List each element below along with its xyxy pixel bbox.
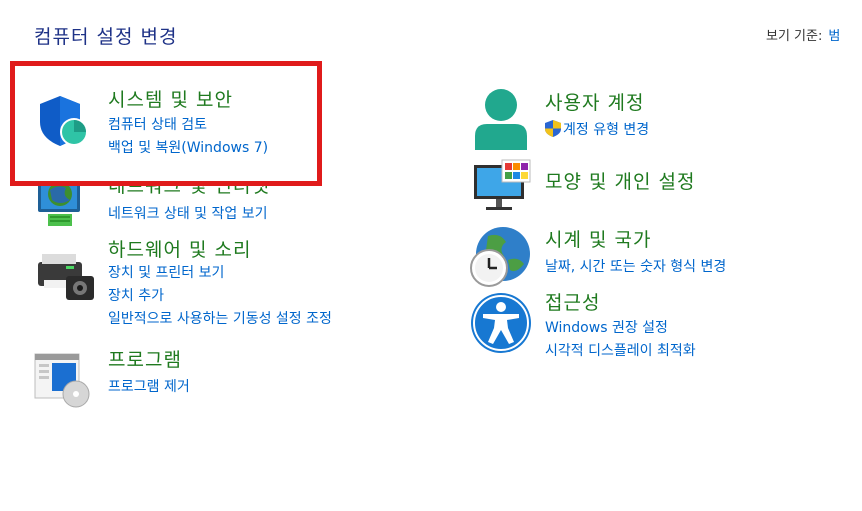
accessibility-icon <box>470 292 532 358</box>
globe-clock-icon <box>470 226 532 292</box>
category-system-security-title[interactable]: 시스템 및 보안 <box>108 89 268 111</box>
link-change-account-type-label: 계정 유형 변경 <box>563 122 650 138</box>
link-windows-recommended-settings[interactable]: Windows 권장 설정 <box>545 318 696 338</box>
printer-icon <box>36 250 96 306</box>
category-appearance: 모양 및 개인 설정 <box>545 171 695 193</box>
category-appearance-title[interactable]: 모양 및 개인 설정 <box>545 171 695 193</box>
link-change-date-format[interactable]: 날짜, 시간 또는 숫자 형식 변경 <box>545 257 726 277</box>
link-optimize-visual-display[interactable]: 시각적 디스플레이 최적화 <box>545 341 696 361</box>
category-user-accounts-title[interactable]: 사용자 계정 <box>545 92 649 114</box>
category-hardware-sound-title[interactable]: 하드웨어 및 소리 <box>108 239 332 261</box>
link-view-devices-printers[interactable]: 장치 및 프린터 보기 <box>108 263 332 283</box>
category-clock-region-title[interactable]: 시계 및 국가 <box>545 229 726 251</box>
category-system-security: 시스템 및 보안 컴퓨터 상태 검토 백업 및 복원(Windows 7) <box>108 89 268 158</box>
category-programs: 프로그램 프로그램 제거 <box>108 349 190 397</box>
category-ease-of-access: 접근성 Windows 권장 설정 시각적 디스플레이 최적화 <box>545 292 696 361</box>
link-add-device[interactable]: 장치 추가 <box>108 286 332 306</box>
category-ease-of-access-title[interactable]: 접근성 <box>545 292 696 314</box>
category-clock-region: 시계 및 국가 날짜, 시간 또는 숫자 형식 변경 <box>545 229 726 277</box>
programs-icon <box>34 352 94 412</box>
page-title: 컴퓨터 설정 변경 <box>34 26 178 48</box>
link-mobility-settings[interactable]: 일반적으로 사용하는 기동성 설정 조정 <box>108 309 332 329</box>
link-backup-restore[interactable]: 백업 및 복원(Windows 7) <box>108 138 268 158</box>
view-by-dropdown[interactable]: 범 <box>828 29 840 44</box>
link-uninstall-program[interactable]: 프로그램 제거 <box>108 377 190 397</box>
uac-shield-icon <box>545 120 561 137</box>
link-network-status[interactable]: 네트워크 상태 및 작업 보기 <box>108 204 270 224</box>
link-review-computer-status[interactable]: 컴퓨터 상태 검토 <box>108 115 268 135</box>
view-by: 보기 기준: 범 <box>766 25 840 44</box>
view-by-label: 보기 기준: <box>766 29 823 44</box>
category-user-accounts: 사용자 계정 계정 유형 변경 <box>545 92 649 140</box>
shield-icon <box>36 94 92 154</box>
category-programs-title[interactable]: 프로그램 <box>108 349 190 371</box>
user-icon <box>472 88 532 154</box>
monitor-icon <box>472 159 534 217</box>
category-hardware-sound: 하드웨어 및 소리 장치 및 프린터 보기 장치 추가 일반적으로 사용하는 기… <box>108 239 332 329</box>
link-change-account-type[interactable]: 계정 유형 변경 <box>545 120 649 140</box>
